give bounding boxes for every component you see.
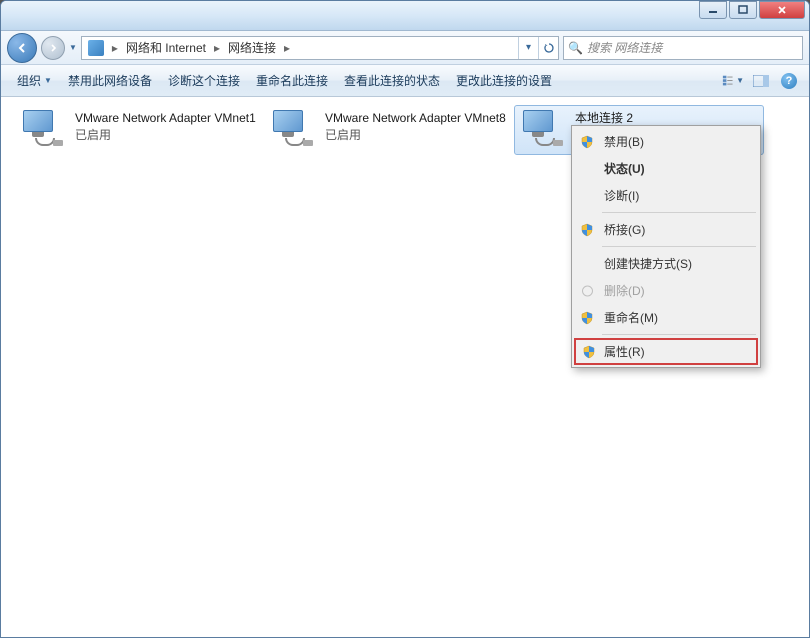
toolbar-diagnose[interactable]: 诊断这个连接	[160, 68, 248, 93]
close-icon	[777, 5, 787, 15]
nav-history-dropdown[interactable]: ▼	[69, 43, 77, 52]
menu-delete: 删除(D)	[574, 277, 758, 304]
explorer-window: ▼ ▸ 网络和 Internet ▸ 网络连接 ▸ ▾ 🔍 搜索 网络连接 组织…	[0, 0, 810, 638]
toolbar-change-settings[interactable]: 更改此连接的设置	[448, 68, 560, 93]
toolbar: 组织▼ 禁用此网络设备 诊断这个连接 重命名此连接 查看此连接的状态 更改此连接…	[1, 65, 809, 97]
refresh-button[interactable]	[538, 37, 558, 59]
adapter-status: 已启用	[75, 127, 256, 144]
adapter-icon	[269, 110, 317, 150]
menu-diagnose[interactable]: 诊断(I)	[574, 182, 758, 209]
address-bar[interactable]: ▸ 网络和 Internet ▸ 网络连接 ▸ ▾	[81, 36, 559, 60]
breadcrumb-seg-2[interactable]: 网络连接	[222, 39, 282, 56]
menu-separator	[602, 334, 756, 335]
help-button[interactable]: ?	[777, 70, 801, 92]
adapter-name: VMware Network Adapter VMnet8	[325, 110, 506, 127]
minimize-button[interactable]	[699, 1, 727, 19]
toolbar-view-status[interactable]: 查看此连接的状态	[336, 68, 448, 93]
nav-forward-button[interactable]	[41, 36, 65, 60]
menu-rename[interactable]: 重命名(M)	[574, 304, 758, 331]
network-icon	[88, 40, 104, 56]
adapter-name: VMware Network Adapter VMnet1	[75, 110, 256, 127]
menu-separator	[602, 212, 756, 213]
preview-pane-button[interactable]	[749, 70, 773, 92]
maximize-icon	[738, 5, 748, 15]
breadcrumb-seg-1[interactable]: 网络和 Internet	[120, 39, 212, 56]
nav-back-button[interactable]	[7, 33, 37, 63]
menu-disable[interactable]: 禁用(B)	[574, 128, 758, 155]
adapter-icon	[19, 110, 67, 150]
maximize-button[interactable]	[729, 1, 757, 19]
search-input[interactable]: 🔍 搜索 网络连接	[563, 36, 803, 60]
arrow-right-icon	[48, 43, 58, 53]
refresh-icon	[543, 42, 555, 54]
adapter-status: 已启用	[325, 127, 506, 144]
menu-shortcut[interactable]: 创建快捷方式(S)	[574, 250, 758, 277]
toolbar-disable[interactable]: 禁用此网络设备	[60, 68, 160, 93]
search-icon: 🔍	[568, 41, 583, 55]
menu-properties[interactable]: 属性(R)	[574, 338, 758, 365]
menu-bridge[interactable]: 桥接(G)	[574, 216, 758, 243]
shield-icon	[580, 223, 594, 237]
breadcrumb-separator-icon: ▸	[282, 41, 292, 55]
address-dropdown-button[interactable]: ▾	[518, 37, 538, 59]
menu-separator	[602, 246, 756, 247]
adapter-item[interactable]: VMware Network Adapter VMnet1 已启用	[14, 105, 264, 155]
toolbar-rename[interactable]: 重命名此连接	[248, 68, 336, 93]
arrow-left-icon	[15, 41, 29, 55]
search-placeholder: 搜索 网络连接	[587, 39, 662, 56]
context-menu: 禁用(B) 状态(U) 诊断(I) 桥接(G) 创建快捷方式(S) 删除(D) …	[571, 125, 761, 368]
breadcrumb-separator-icon: ▸	[110, 41, 120, 55]
adapter-item[interactable]: VMware Network Adapter VMnet8 已启用	[264, 105, 514, 155]
adapter-icon	[519, 110, 567, 150]
shield-icon	[580, 311, 594, 325]
circle-icon	[582, 285, 593, 296]
help-icon: ?	[781, 73, 797, 89]
menu-status[interactable]: 状态(U)	[574, 155, 758, 182]
titlebar	[1, 1, 809, 31]
breadcrumb-separator-icon: ▸	[212, 41, 222, 55]
close-button[interactable]	[759, 1, 805, 19]
view-icon	[722, 74, 736, 88]
shield-icon	[580, 135, 594, 149]
toolbar-organize[interactable]: 组织▼	[9, 68, 60, 93]
pane-icon	[753, 75, 769, 87]
navbar: ▼ ▸ 网络和 Internet ▸ 网络连接 ▸ ▾ 🔍 搜索 网络连接	[1, 31, 809, 65]
view-mode-button[interactable]: ▼	[721, 70, 745, 92]
shield-icon	[582, 345, 596, 359]
minimize-icon	[708, 5, 718, 15]
